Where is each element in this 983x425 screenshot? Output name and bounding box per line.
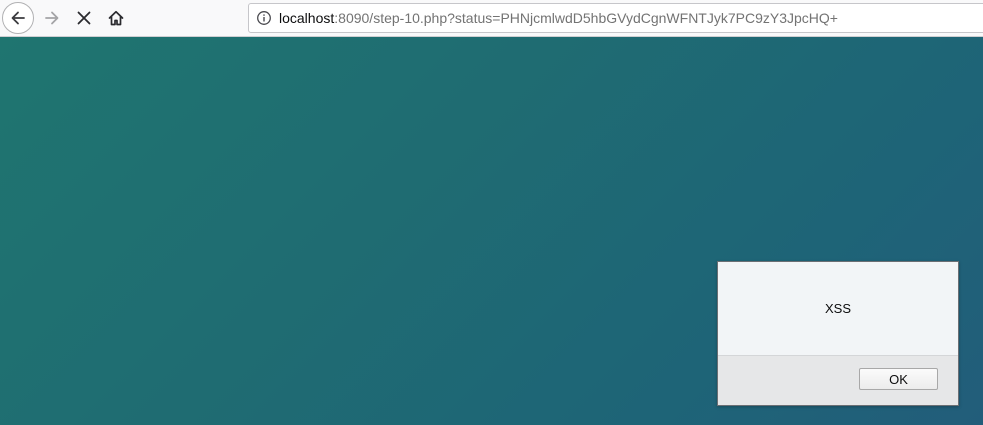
home-button[interactable]: [102, 5, 130, 31]
url-path: :8090/step-10.php?status=PHNjcmlwdD5hbGV…: [334, 10, 838, 26]
ok-button[interactable]: OK: [859, 368, 938, 390]
url-host: localhost: [279, 10, 335, 26]
alert-footer: OK: [718, 355, 958, 405]
alert-message: XSS: [824, 301, 851, 316]
arrow-right-icon: [45, 11, 59, 25]
url-text: localhost:8090/step-10.php?status=PHNjcm…: [279, 10, 838, 26]
info-icon[interactable]: [249, 4, 279, 32]
arrow-left-icon: [11, 11, 25, 25]
home-icon: [108, 10, 124, 26]
back-button[interactable]: [2, 2, 34, 34]
url-bar[interactable]: localhost:8090/step-10.php?status=PHNjcm…: [248, 3, 983, 33]
browser-toolbar: localhost:8090/step-10.php?status=PHNjcm…: [0, 0, 983, 37]
stop-button[interactable]: [70, 5, 98, 31]
alert-dialog: XSS OK: [717, 261, 959, 406]
forward-button[interactable]: [38, 5, 66, 31]
close-icon: [77, 11, 91, 25]
